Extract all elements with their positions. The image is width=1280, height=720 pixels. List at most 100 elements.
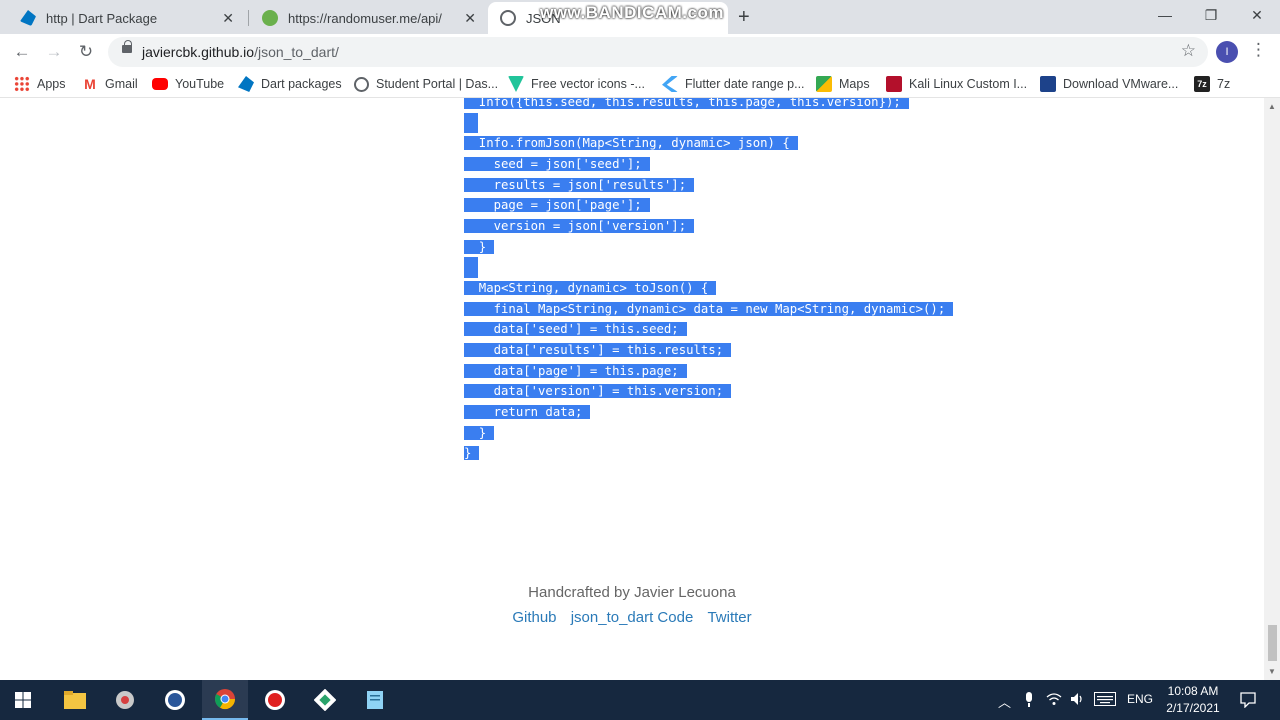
code-line[interactable]: return data; — [464, 402, 953, 423]
app-icon[interactable] — [102, 680, 148, 720]
apps-grid-icon — [14, 76, 30, 92]
bookmark-label: YouTube — [175, 77, 225, 91]
avatar[interactable]: I — [1216, 41, 1238, 63]
bookmark-vmware[interactable]: Download VMware... — [1040, 75, 1178, 93]
code-line-text: } — [464, 446, 480, 461]
code-line[interactable]: Info({this.seed, this.results, this.page… — [464, 98, 953, 113]
restore-icon[interactable]: ❐ — [1188, 4, 1234, 30]
bookmark-label: Free vector icons -... — [531, 77, 645, 91]
bookmark-gmail[interactable]: M Gmail — [82, 75, 138, 93]
code-line[interactable]: Map<String, dynamic> toJson() { — [464, 278, 953, 299]
code-line[interactable]: seed = json['seed']; — [464, 154, 953, 175]
code-line[interactable]: page = json['page']; — [464, 195, 953, 216]
bookmark-label: Gmail — [105, 77, 138, 91]
bookmark-student-portal[interactable]: Student Portal | Das... — [354, 75, 498, 93]
bookmark-apps[interactable]: Apps — [14, 75, 66, 93]
system-clock[interactable]: 10:08 AM 2/17/2021 — [1160, 683, 1226, 717]
code-line[interactable]: } — [464, 443, 953, 464]
back-icon[interactable]: ← — [10, 40, 34, 64]
address-bar[interactable]: javiercbk.github.io/json_to_dart/ ☆ — [108, 37, 1208, 67]
close-tab-icon[interactable]: ✕ — [464, 10, 476, 27]
randomuser-icon — [262, 10, 278, 26]
tray-chevron-icon[interactable]: ︿ — [998, 692, 1011, 711]
code-line[interactable]: data['results'] = this.results; — [464, 340, 953, 361]
code-line[interactable]: data['page'] = this.page; — [464, 361, 953, 382]
bookmark-kali-linux[interactable]: Kali Linux Custom I... — [886, 75, 1027, 93]
code-line-text: version = json['version']; — [464, 218, 695, 233]
code-line[interactable]: data['seed'] = this.seed; — [464, 319, 953, 340]
bandicam-record-icon[interactable] — [252, 680, 298, 720]
code-line[interactable] — [464, 257, 953, 278]
vector-icon — [508, 76, 524, 92]
windows-taskbar: ︿ ENG 10:08 AM 2/17/2021 — [0, 680, 1280, 720]
bookmark-maps[interactable]: Maps — [816, 75, 870, 93]
code-line-text: data['seed'] = this.seed; — [464, 322, 687, 337]
globe-icon — [500, 10, 516, 26]
forward-icon[interactable]: → — [42, 40, 66, 64]
microphone-icon[interactable] — [1024, 692, 1034, 711]
code-line[interactable]: Info.fromJson(Map<String, dynamic> json)… — [464, 133, 953, 154]
bookmark-label: Maps — [839, 77, 870, 91]
scrollbar-thumb[interactable] — [1268, 625, 1277, 661]
reload-icon[interactable]: ↻ — [74, 40, 98, 64]
close-tab-icon[interactable]: ✕ — [222, 10, 234, 27]
bookmark-free-vector-icons[interactable]: Free vector icons -... — [508, 75, 645, 93]
tab-randomuser[interactable]: https://randomuser.me/api/ ✕ — [250, 2, 488, 34]
bookmark-youtube[interactable]: YouTube — [152, 75, 224, 93]
app-icon-2[interactable] — [302, 680, 348, 720]
json-to-dart-code-link[interactable]: json_to_dart Code — [571, 609, 694, 626]
code-line[interactable] — [464, 112, 953, 134]
keyboard-icon[interactable] — [1094, 692, 1116, 709]
scroll-down-arrow-icon[interactable]: ▼ — [1268, 667, 1276, 676]
tab-separator — [248, 10, 249, 26]
notepad-icon[interactable] — [352, 680, 398, 720]
code-line-text: Map<String, dynamic> toJson() { — [464, 280, 717, 295]
url-text[interactable]: javiercbk.github.io/json_to_dart/ — [142, 44, 339, 60]
windows-start-icon[interactable] — [0, 680, 46, 720]
code-line[interactable]: version = json['version']; — [464, 216, 953, 237]
bookmark-7z[interactable]: 7z 7z — [1194, 75, 1230, 93]
bookmark-label: Apps — [37, 77, 66, 91]
code-line[interactable]: final Map<String, dynamic> data = new Ma… — [464, 299, 954, 320]
code-line-text: } — [464, 425, 495, 440]
clock-date: 2/17/2021 — [1166, 701, 1220, 715]
close-window-icon[interactable]: ✕ — [1234, 4, 1280, 30]
bookmark-label: Student Portal | Das... — [376, 77, 499, 91]
dart-icon — [238, 76, 254, 92]
clock-time: 10:08 AM — [1167, 684, 1219, 698]
volume-icon[interactable] — [1070, 692, 1086, 709]
chrome-icon[interactable] — [202, 680, 248, 720]
more-menu-icon[interactable]: ⋮ — [1250, 40, 1267, 60]
bookmark-star-icon[interactable]: ☆ — [1181, 41, 1196, 61]
lock-icon[interactable] — [122, 40, 132, 53]
code-line[interactable]: } — [464, 423, 953, 444]
bookmark-label: 7z — [1217, 77, 1231, 91]
code-line-text: return data; — [464, 404, 591, 419]
wifi-icon[interactable] — [1046, 692, 1062, 709]
code-line-text: results = json['results']; — [464, 177, 695, 192]
twitter-link[interactable]: Twitter — [707, 609, 751, 626]
code-line[interactable]: } — [464, 237, 953, 258]
code-line-text: final Map<String, dynamic> data = new Ma… — [464, 301, 954, 316]
code-line-text: } — [464, 239, 495, 254]
code-line[interactable]: data['version'] = this.version; — [464, 381, 953, 402]
bookmark-dart-packages[interactable]: Dart packages — [238, 75, 342, 93]
input-language[interactable]: ENG — [1127, 692, 1153, 706]
selected-code-block[interactable]: Info({this.seed, this.results, this.page… — [464, 98, 954, 464]
code-line[interactable]: results = json['results']; — [464, 175, 953, 196]
vertical-scrollbar[interactable]: ▲ ▼ — [1264, 98, 1280, 680]
7zip-icon: 7z — [1194, 76, 1210, 92]
bookmarks-bar: Apps M Gmail YouTube Dart packages Stude… — [0, 70, 1280, 98]
code-line-text: data['page'] = this.page; — [464, 363, 687, 378]
maps-icon — [816, 76, 832, 92]
scroll-up-arrow-icon[interactable]: ▲ — [1268, 102, 1276, 111]
word-icon[interactable] — [152, 680, 198, 720]
github-link[interactable]: Github — [512, 609, 556, 626]
tab-dart-package[interactable]: http | Dart Package ✕ — [8, 2, 246, 34]
notifications-icon[interactable] — [1240, 692, 1256, 711]
code-line-text — [464, 112, 478, 134]
bookmark-flutter-date-range[interactable]: Flutter date range p... — [662, 75, 805, 93]
file-explorer-icon[interactable] — [52, 680, 98, 720]
minimize-icon[interactable]: — — [1142, 4, 1188, 30]
new-tab-icon[interactable]: + — [738, 6, 750, 29]
